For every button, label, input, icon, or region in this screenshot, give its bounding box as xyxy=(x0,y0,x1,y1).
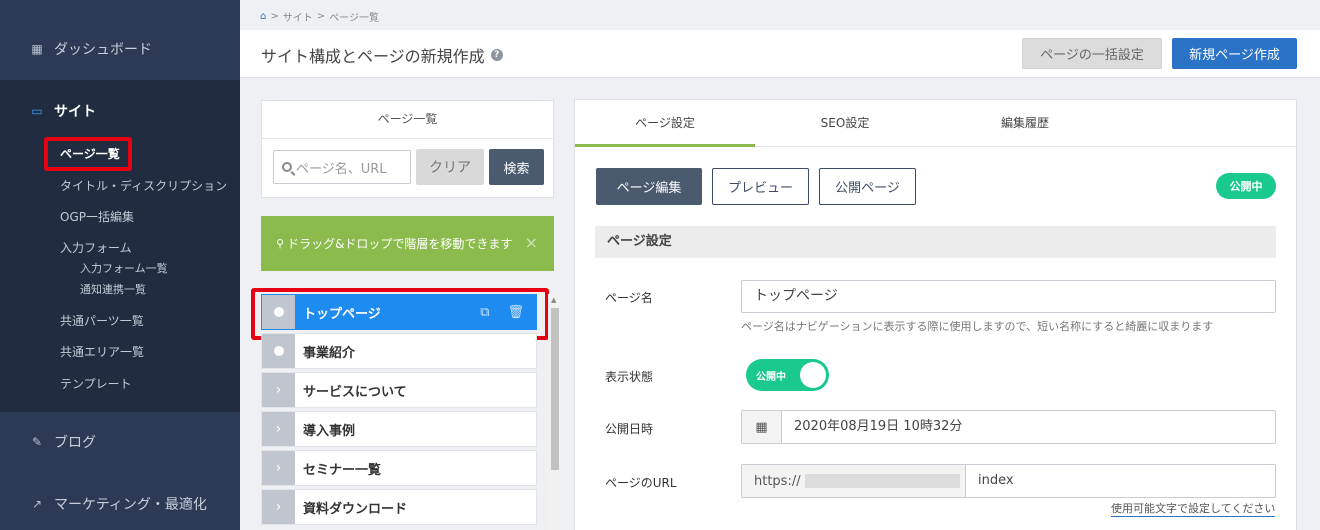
drag-handle[interactable] xyxy=(262,334,295,368)
preview-button[interactable]: プレビュー xyxy=(712,168,809,205)
bulk-settings-button[interactable]: ページの一括設定 xyxy=(1022,38,1162,69)
page-url-label: ページのURL xyxy=(605,476,677,490)
nav-blog-label: ブログ xyxy=(54,435,96,451)
chevron-right-icon[interactable]: › xyxy=(276,421,282,437)
breadcrumb: ⌂ > サイト > ページ一覧 xyxy=(260,9,379,24)
new-page-button[interactable]: 新規ページ作成 xyxy=(1172,38,1297,69)
publish-date-field[interactable]: ▦ 2020年08月19日 10時32分 xyxy=(741,410,1276,444)
toggle-label: 公開中 xyxy=(756,372,786,383)
display-status-toggle[interactable]: 公開中 xyxy=(746,359,829,391)
page-list-title: ページ一覧 xyxy=(262,101,553,139)
clear-button[interactable]: クリア xyxy=(416,149,484,185)
sidebar: ▦ ダッシュボード ▭ サイト ページ一覧 タイトル・ディスクリプション OGP… xyxy=(0,0,240,530)
publish-date-label: 公開日時 xyxy=(605,422,654,436)
section-title: ページ設定 xyxy=(595,226,1276,258)
drag-handle[interactable]: › xyxy=(262,490,295,524)
nav-site[interactable]: ▭ サイト xyxy=(0,100,96,122)
page-list-panel: ページ一覧 ページ名、URL クリア 検索 xyxy=(261,100,554,198)
public-page-button[interactable]: 公開ページ xyxy=(819,168,916,205)
page-header: サイト構成とページの新規作成 ? ページの一括設定 新規ページ作成 xyxy=(240,30,1320,78)
sidebar-item-title-desc[interactable]: タイトル・ディスクリプション xyxy=(60,177,227,194)
search-placeholder: ページ名、URL xyxy=(296,161,387,177)
close-icon[interactable]: × xyxy=(525,233,538,252)
tab-edit-history[interactable]: 編集履歴 xyxy=(935,100,1115,147)
highlight-box-sidebar xyxy=(44,137,132,171)
tree-item[interactable]: › サービスについて xyxy=(261,372,537,408)
toggle-knob xyxy=(800,362,826,388)
breadcrumb-sep: > xyxy=(316,11,326,22)
nav-marketing-label: マーケティング・最適化 xyxy=(54,497,207,513)
scrollbar[interactable]: ▲ xyxy=(548,294,561,530)
chevron-right-icon[interactable]: › xyxy=(276,460,282,476)
search-button[interactable]: 検索 xyxy=(489,149,544,185)
chevron-right-icon[interactable]: › xyxy=(276,499,282,515)
url-prefix: https:// xyxy=(742,465,966,497)
detail-tabs: ページ設定 SEO設定 編集履歴 xyxy=(575,100,1296,147)
sidebar-item-notify[interactable]: 通知連携一覧 xyxy=(80,281,146,297)
drag-drop-notice: ⚲ ドラッグ&ドロップで階層を移動できます × xyxy=(261,216,554,271)
breadcrumb-sep: > xyxy=(270,11,279,22)
dot-icon xyxy=(273,346,284,356)
site-section: ▭ サイト ページ一覧 タイトル・ディスクリプション OGP一括編集 入力フォー… xyxy=(0,80,240,412)
tree-item-label: セミナー一覧 xyxy=(303,462,382,478)
page-edit-button[interactable]: ページ編集 xyxy=(596,168,702,205)
search-input[interactable]: ページ名、URL xyxy=(273,150,411,184)
page-name-label: ページ名 xyxy=(605,291,653,305)
tree-item-label: 導入事例 xyxy=(303,423,356,439)
pencil-icon: ✎ xyxy=(31,435,43,449)
nav-blog[interactable]: ✎ ブログ xyxy=(0,431,96,453)
publish-date-value[interactable]: 2020年08月19日 10時32分 xyxy=(782,411,962,443)
sidebar-item-parts[interactable]: 共通パーツ一覧 xyxy=(60,312,144,329)
site-icon: ▭ xyxy=(31,104,43,118)
page-name-help: ページ名はナビゲーションに表示する際に使用しますので、短い名称にすると綺麗に収ま… xyxy=(741,320,1214,333)
tree-item-label: 事業紹介 xyxy=(303,345,356,361)
page-url-field[interactable]: https:// index xyxy=(741,464,1276,498)
allowed-chars-link[interactable]: 使用可能文字で設定してください xyxy=(1111,500,1276,517)
calendar-icon[interactable]: ▦ xyxy=(742,411,782,443)
scrollbar-thumb[interactable] xyxy=(551,308,559,470)
drag-handle[interactable]: › xyxy=(262,412,295,446)
tree-item[interactable]: 事業紹介 xyxy=(261,333,537,369)
drag-drop-notice-text: ドラッグ&ドロップで階層を移動できます xyxy=(287,237,513,251)
tab-seo-settings[interactable]: SEO設定 xyxy=(755,100,935,147)
breadcrumb-site[interactable]: サイト xyxy=(283,9,313,24)
chart-line-icon: ↗ xyxy=(31,497,43,511)
tree-item[interactable]: › 導入事例 xyxy=(261,411,537,447)
sidebar-item-area[interactable]: 共通エリア一覧 xyxy=(60,343,144,360)
page-name-input[interactable]: トップページ xyxy=(741,280,1276,313)
drag-handle[interactable]: › xyxy=(262,451,295,485)
breadcrumb-page-list: ページ一覧 xyxy=(329,13,379,24)
page-detail-panel: ページ設定 SEO設定 編集履歴 ページ編集 プレビュー 公開ページ 公開中 ペ… xyxy=(574,99,1297,530)
page-title-text: サイト構成とページの新規作成 xyxy=(261,47,485,66)
home-icon[interactable]: ⌂ xyxy=(260,11,266,22)
sidebar-item-ogp[interactable]: OGP一括編集 xyxy=(60,208,134,225)
lightbulb-icon: ⚲ xyxy=(276,237,285,250)
status-badge: 公開中 xyxy=(1216,173,1276,199)
page-tree: トップページ ⧉ 🗑 事業紹介 › サービスについて › 導入事例 › セミナー… xyxy=(251,288,561,530)
drag-handle[interactable]: › xyxy=(262,373,295,407)
display-status-label: 表示状態 xyxy=(605,370,654,384)
url-prefix-text: https:// xyxy=(754,473,801,489)
sidebar-item-template[interactable]: テンプレート xyxy=(60,375,132,392)
help-icon[interactable]: ? xyxy=(490,49,503,61)
chevron-right-icon[interactable]: › xyxy=(276,382,282,398)
tree-item-label: 資料ダウンロード xyxy=(303,501,408,517)
tree-item[interactable]: › 資料ダウンロード xyxy=(261,489,537,525)
sidebar-item-form[interactable]: 入力フォーム xyxy=(60,239,132,256)
nav-site-label: サイト xyxy=(54,104,96,120)
nav-dashboard-label: ダッシュボード xyxy=(54,42,152,58)
search-icon xyxy=(282,162,292,172)
tree-item[interactable]: › セミナー一覧 xyxy=(261,450,537,486)
tab-page-settings[interactable]: ページ設定 xyxy=(575,100,755,147)
nav-marketing[interactable]: ↗ マーケティング・最適化 xyxy=(0,493,207,515)
scroll-up-icon[interactable]: ▲ xyxy=(551,296,556,304)
url-slug-input[interactable]: index xyxy=(966,465,1014,497)
tree-item-label: サービスについて xyxy=(303,384,407,400)
nav-dashboard[interactable]: ▦ ダッシュボード xyxy=(0,38,152,60)
url-domain-mask xyxy=(804,474,960,488)
sidebar-item-form-list[interactable]: 入力フォーム一覧 xyxy=(80,260,168,276)
page-title: サイト構成とページの新規作成 ? xyxy=(261,43,503,67)
dashboard-icon: ▦ xyxy=(31,42,43,56)
